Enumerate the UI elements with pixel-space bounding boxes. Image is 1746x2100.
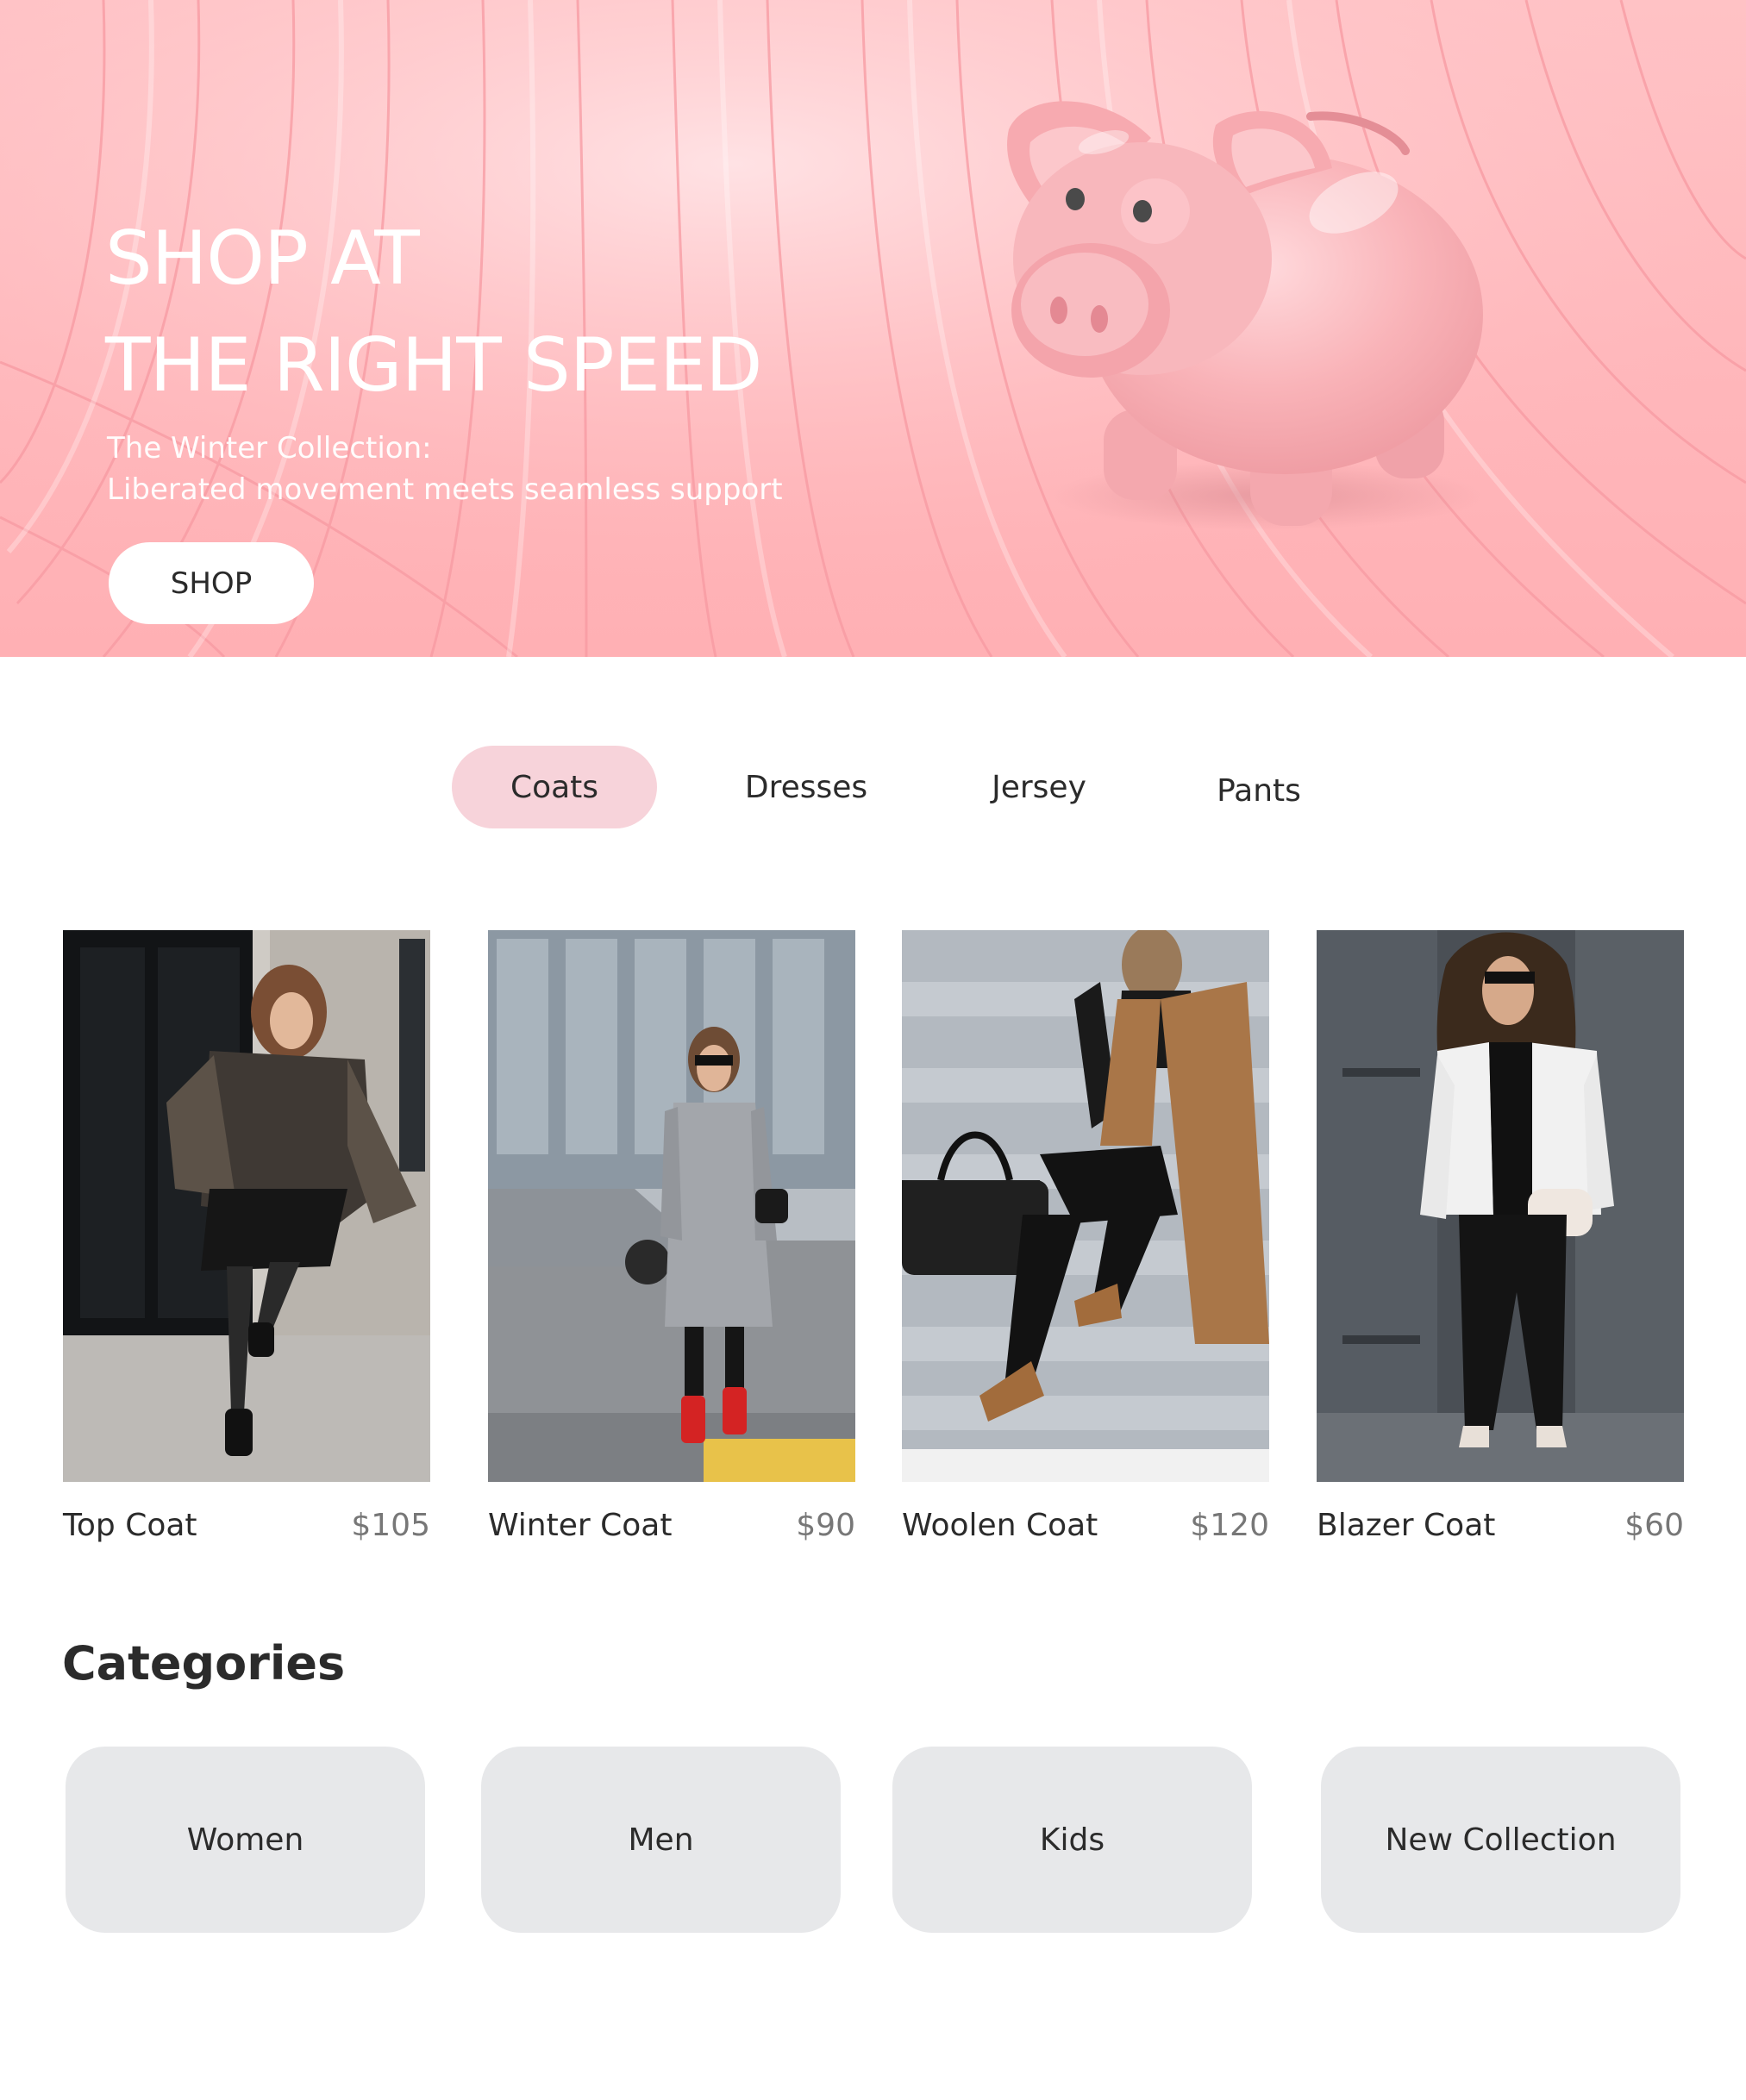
product-card[interactable]: Woolen Coat $120 (902, 930, 1269, 1543)
product-name[interactable]: Blazer Coat (1317, 1508, 1495, 1543)
product-card[interactable]: Blazer Coat $60 (1317, 930, 1684, 1543)
category-men[interactable]: Men (481, 1747, 841, 1933)
product-image[interactable] (1317, 930, 1684, 1482)
product-price: $60 (1624, 1508, 1684, 1543)
hero-banner: SHOP AT THE RIGHT SPEED The Winter Colle… (0, 0, 1746, 657)
product-name[interactable]: Winter Coat (488, 1508, 672, 1543)
product-name[interactable]: Top Coat (63, 1508, 197, 1543)
product-price: $90 (796, 1508, 855, 1543)
shop-button[interactable]: SHOP (109, 542, 314, 624)
product-info: Winter Coat $90 (488, 1508, 855, 1543)
tab-dresses[interactable]: Dresses (707, 746, 905, 828)
tab-coats[interactable]: Coats (452, 746, 657, 828)
piggy-bank-icon (1007, 101, 1483, 530)
category-tabs: Coats Dresses Jersey Pants (0, 746, 1746, 828)
product-card[interactable]: Winter Coat $90 (488, 930, 855, 1543)
product-name[interactable]: Woolen Coat (902, 1508, 1098, 1543)
product-price: $105 (351, 1508, 430, 1543)
product-card[interactable]: Top Coat $105 (63, 930, 430, 1543)
hero-title-line-2: THE RIGHT SPEED (105, 322, 763, 409)
tab-jersey[interactable]: Jersey (940, 746, 1138, 828)
product-image[interactable] (488, 930, 855, 1482)
product-image[interactable] (63, 930, 430, 1482)
categories-heading: Categories (62, 1636, 346, 1691)
product-info: Blazer Coat $60 (1317, 1508, 1684, 1543)
category-new-collection[interactable]: New Collection (1321, 1747, 1680, 1933)
product-info: Woolen Coat $120 (902, 1508, 1269, 1543)
category-women[interactable]: Women (66, 1747, 425, 1933)
category-kids[interactable]: Kids (892, 1747, 1252, 1933)
hero-title-line-1: SHOP AT (105, 216, 420, 302)
product-info: Top Coat $105 (63, 1508, 430, 1543)
product-image[interactable] (902, 930, 1269, 1482)
hero-title: SHOP AT THE RIGHT SPEED (105, 205, 763, 419)
hero-subtitle-line-1: The Winter Collection: (107, 431, 432, 466)
hero-subtitle: The Winter Collection: Liberated movemen… (107, 428, 783, 510)
product-price: $120 (1190, 1508, 1269, 1543)
tab-pants[interactable]: Pants (1160, 749, 1358, 832)
hero-subtitle-line-2: Liberated movement meets seamless suppor… (107, 472, 783, 507)
